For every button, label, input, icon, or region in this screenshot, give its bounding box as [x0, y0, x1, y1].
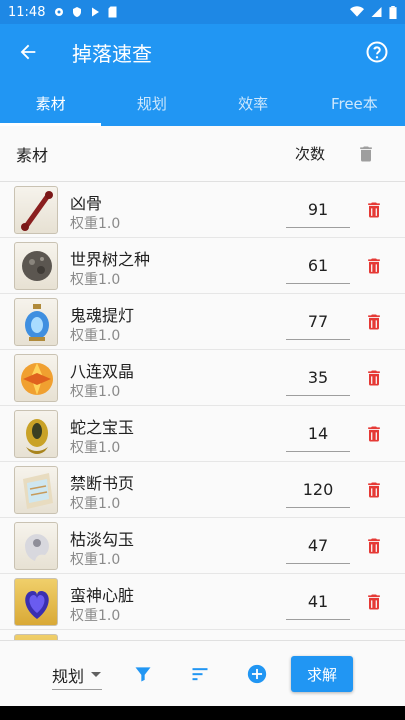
list-item: 蛇之宝玉 权重1.0 14 — [0, 406, 405, 462]
signal-icon — [371, 7, 382, 17]
item-weight: 权重1.0 — [70, 328, 121, 344]
item-name: 枯淡勾玉 — [70, 530, 135, 549]
item-weight: 权重1.0 — [70, 440, 121, 456]
help-icon — [366, 41, 388, 63]
delete-item-button[interactable] — [360, 588, 388, 616]
count-input[interactable]: 47 — [286, 528, 350, 564]
arrow-back-icon — [20, 44, 36, 60]
mode-dropdown-value: 规划 — [52, 667, 85, 686]
list-item: 鬼魂提灯 权重1.0 77 — [0, 294, 405, 350]
solve-button[interactable]: 求解 — [291, 656, 353, 692]
delete-item-button[interactable] — [360, 476, 388, 504]
item-weight: 权重1.0 — [70, 608, 121, 624]
heart-icon — [14, 578, 58, 626]
sort-button[interactable] — [187, 661, 213, 687]
clear-all-button[interactable] — [352, 140, 380, 168]
page-icon — [14, 466, 58, 514]
item-name: 凶骨 — [70, 194, 103, 213]
delete-item-button[interactable] — [360, 308, 388, 336]
list-item: 禁断书页 权重1.0 120 — [0, 462, 405, 518]
filter-button[interactable] — [130, 661, 156, 687]
item-weight: 权重1.0 — [70, 384, 121, 400]
crystal-icon — [14, 354, 58, 402]
delete-icon — [368, 426, 380, 442]
back-button[interactable] — [0, 24, 56, 80]
item-name: 鬼魂提灯 — [70, 306, 135, 325]
list-item: 蛮神心脏 权重1.0 41 — [0, 574, 405, 630]
delete-icon — [368, 370, 380, 386]
count-input[interactable]: 14 — [286, 416, 350, 452]
item-weight: 权重1.0 — [70, 552, 121, 568]
delete-item-button[interactable] — [360, 252, 388, 280]
list-item-partial — [0, 630, 405, 640]
count-input[interactable]: 91 — [286, 192, 350, 228]
item-weight: 权重1.0 — [70, 216, 121, 232]
app-bar: 掉落速查 — [0, 24, 405, 80]
bone-icon — [14, 186, 58, 234]
item-weight: 权重1.0 — [70, 272, 121, 288]
count-input[interactable]: 61 — [286, 248, 350, 284]
item-name: 禁断书页 — [70, 474, 135, 493]
battery-icon — [389, 5, 397, 19]
material-list: 凶骨 权重1.0 91 世界树之种 权重1.0 61 鬼魂提灯 权重1.0 77 — [0, 182, 405, 640]
mode-dropdown[interactable]: 规划 — [52, 663, 103, 690]
shield-status-icon — [73, 7, 82, 17]
sdcard-status-icon — [108, 6, 117, 18]
item-weight: 权重1.0 — [70, 496, 121, 512]
help-button[interactable] — [349, 24, 405, 80]
count-input[interactable]: 120 — [286, 472, 350, 508]
sort-icon — [192, 668, 208, 681]
filter-icon — [135, 667, 151, 682]
bottom-toolbar: 规划 求解 — [0, 640, 405, 706]
tab-free-quests[interactable]: Free本 — [304, 80, 405, 126]
lantern-icon — [14, 298, 58, 346]
tab-bar: 素材 规划 效率 Free本 — [0, 80, 405, 126]
delete-icon — [368, 594, 380, 610]
status-time: 11:48 — [8, 4, 46, 20]
item-name: 八连双晶 — [70, 362, 135, 381]
count-input[interactable]: 35 — [286, 360, 350, 396]
tab-plan[interactable]: 规划 — [101, 80, 202, 126]
list-header: 素材 次数 — [0, 126, 405, 182]
column-header-count: 次数 — [294, 145, 325, 163]
item-name: 蛮神心脏 — [70, 586, 135, 605]
delete-item-button[interactable] — [360, 364, 388, 392]
add-button[interactable] — [244, 661, 270, 687]
page-title: 掉落速查 — [72, 41, 152, 66]
play-status-icon — [92, 7, 100, 17]
item-name: 世界树之种 — [70, 250, 151, 269]
delete-icon — [368, 258, 380, 274]
delete-item-button[interactable] — [360, 532, 388, 560]
count-input[interactable]: 41 — [286, 584, 350, 620]
settings-status-icon — [55, 8, 64, 16]
jewel-icon — [14, 410, 58, 458]
delete-item-button[interactable] — [360, 420, 388, 448]
delete-icon — [368, 538, 380, 554]
count-input[interactable]: 77 — [286, 304, 350, 340]
delete-icon — [368, 482, 380, 498]
delete-all-icon — [360, 146, 372, 161]
list-item: 枯淡勾玉 权重1.0 47 — [0, 518, 405, 574]
tab-materials[interactable]: 素材 — [0, 80, 102, 126]
list-item: 八连双晶 权重1.0 35 — [0, 350, 405, 406]
list-item: 凶骨 权重1.0 91 — [0, 182, 405, 238]
column-header-material: 素材 — [16, 145, 49, 165]
seed-icon — [14, 242, 58, 290]
dropdown-arrow-icon — [91, 672, 102, 677]
delete-icon — [368, 202, 380, 218]
delete-icon — [368, 314, 380, 330]
delete-item-button[interactable] — [360, 196, 388, 224]
status-bar: 11:48 — [0, 0, 405, 24]
item-name: 蛇之宝玉 — [70, 418, 135, 437]
tab-efficiency[interactable]: 效率 — [203, 80, 304, 126]
system-navigation-bar — [0, 706, 405, 720]
wifi-icon — [350, 6, 364, 17]
magatama-icon — [14, 522, 58, 570]
add-circle-icon — [247, 664, 267, 684]
list-item: 世界树之种 权重1.0 61 — [0, 238, 405, 294]
